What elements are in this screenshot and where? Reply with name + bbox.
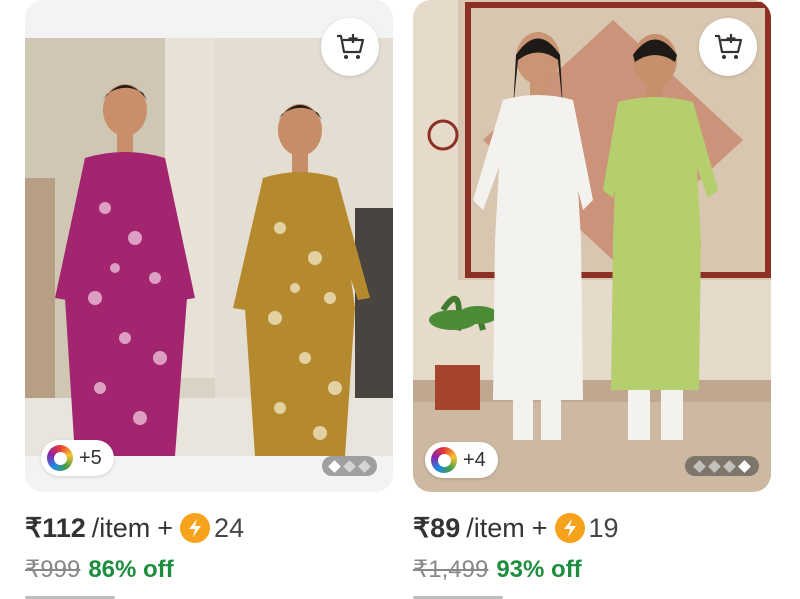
discount-label: 93% off	[496, 555, 582, 583]
product-photo	[25, 38, 393, 456]
color-ring-icon	[431, 447, 457, 473]
variant-count: +4	[463, 448, 486, 471]
price-row: ₹112 /item + 24	[25, 508, 244, 548]
coin-amount: 19	[588, 512, 619, 543]
plus-sign: +	[157, 512, 174, 543]
mrp-row: ₹1,499 93% off	[413, 555, 582, 584]
color-variants-button[interactable]: +4	[425, 442, 498, 478]
color-variants-button[interactable]: +5	[41, 440, 114, 476]
plus-sign: +	[531, 512, 548, 543]
carousel-dot[interactable]	[708, 459, 721, 473]
original-price: ₹999	[25, 556, 81, 583]
product-image[interactable]: +4	[413, 0, 771, 492]
price-row: ₹89 /item + 19	[413, 508, 619, 548]
lightning-coin-icon	[180, 513, 211, 543]
price-unit: /item	[91, 512, 151, 543]
coin-amount: 24	[214, 512, 245, 543]
color-ring-icon	[47, 445, 73, 471]
selling-price: ₹89	[413, 512, 461, 543]
carousel-dot[interactable]	[723, 459, 736, 473]
image-carousel-indicator[interactable]	[685, 456, 759, 476]
carousel-dot[interactable]	[343, 459, 356, 473]
carousel-dot[interactable]	[738, 459, 751, 473]
carousel-dot[interactable]	[358, 459, 371, 473]
carousel-dot[interactable]	[328, 459, 341, 473]
add-to-cart-button[interactable]	[321, 18, 379, 76]
price-unit: /item	[466, 512, 525, 543]
selling-price: ₹112	[25, 512, 86, 543]
image-carousel-indicator[interactable]	[322, 456, 377, 476]
lightning-coin-icon	[554, 513, 585, 543]
product-card[interactable]: +5 ₹112 /item + 24 ₹999 86% off	[25, 0, 393, 599]
product-image[interactable]: +5	[25, 0, 393, 492]
mrp-row: ₹999 86% off	[25, 555, 174, 584]
carousel-dot[interactable]	[693, 459, 706, 473]
add-to-cart-icon	[715, 34, 743, 59]
add-to-cart-icon	[337, 34, 365, 59]
product-card[interactable]: +4 ₹89 /item + 19 ₹1,499 93% off	[413, 0, 771, 599]
discount-label: 86% off	[88, 555, 174, 583]
original-price: ₹1,499	[413, 556, 489, 583]
variant-count: +5	[79, 446, 102, 469]
add-to-cart-button[interactable]	[699, 18, 757, 76]
